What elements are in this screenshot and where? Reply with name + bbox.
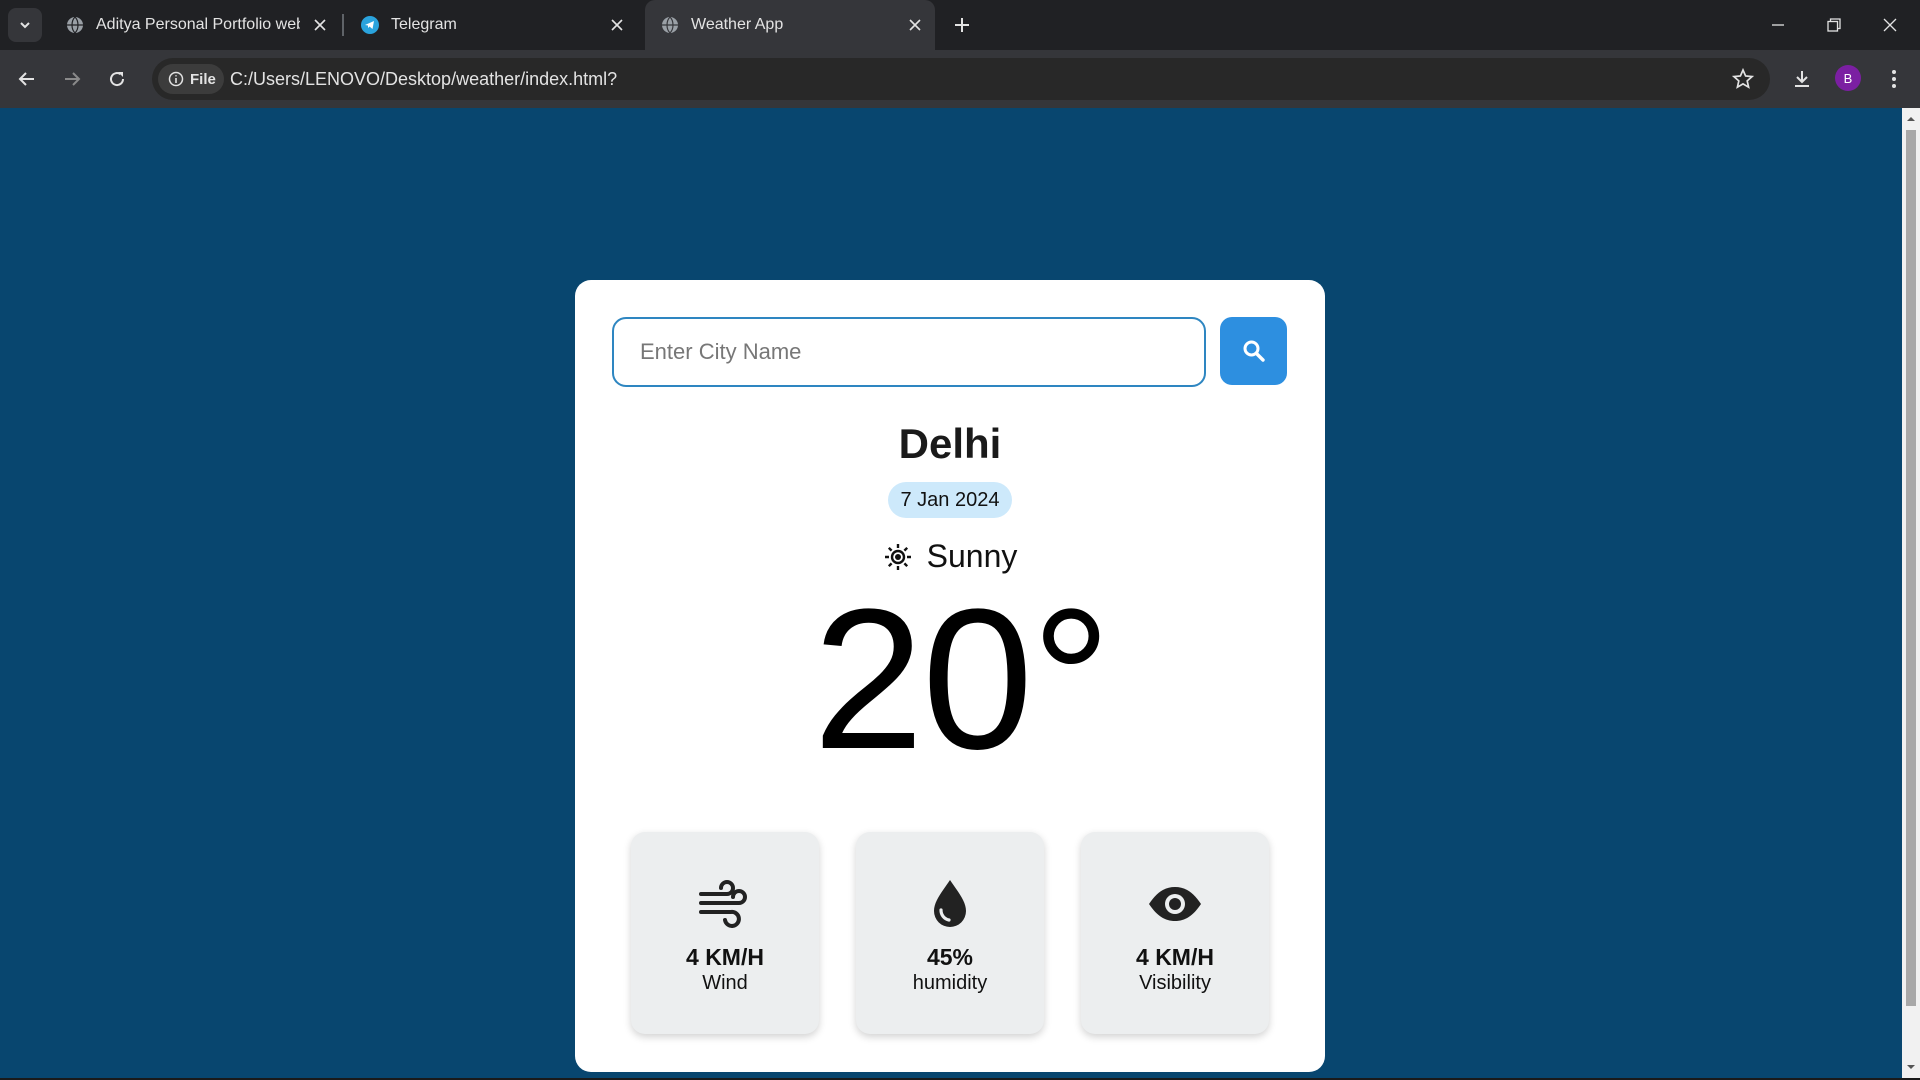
page-viewport: Delhi 7 Jan 2024 Sunny 20° 4 KM/H Wind <box>0 108 1902 1078</box>
scroll-up-icon[interactable] <box>1906 114 1916 124</box>
browser-toolbar: File C:/Users/LENOVO/Desktop/weather/ind… <box>0 50 1920 108</box>
temperature-value: 20° <box>812 568 1111 791</box>
globe-icon <box>67 16 83 34</box>
browser-menu-button[interactable] <box>1880 65 1908 93</box>
wind-value: 4 KM/H <box>686 944 764 970</box>
tab-search-button[interactable] <box>8 8 42 42</box>
forward-button[interactable] <box>58 65 86 93</box>
more-vertical-icon <box>1892 70 1896 88</box>
scheme-label: File <box>190 70 216 88</box>
scroll-thumb[interactable] <box>1906 130 1916 1006</box>
address-bar[interactable]: File C:/Users/LENOVO/Desktop/weather/ind… <box>152 58 1770 100</box>
plus-icon <box>955 18 969 32</box>
restore-icon <box>1827 18 1841 32</box>
date-badge: 7 Jan 2024 <box>888 482 1012 518</box>
tab-title: Aditya Personal Portfolio websit <box>96 16 300 33</box>
tab-telegram[interactable]: Telegram <box>345 0 640 50</box>
humidity-value: 45% <box>926 944 974 970</box>
visibility-card: 4 KM/H Visibility <box>1081 832 1269 1034</box>
globe-icon <box>662 16 678 34</box>
url-text[interactable]: C:/Users/LENOVO/Desktop/weather/index.ht… <box>230 58 617 100</box>
site-info-chip[interactable]: File <box>158 64 224 94</box>
download-icon <box>1795 71 1809 87</box>
forward-arrow-icon <box>65 72 81 86</box>
humidity-label: humidity <box>912 972 988 994</box>
profile-avatar[interactable]: B <box>1835 65 1861 91</box>
info-icon <box>168 71 184 87</box>
tab-strip: Aditya Personal Portfolio websit Telegra… <box>0 0 1920 50</box>
back-arrow-icon <box>18 72 34 86</box>
city-name: Delhi <box>898 420 1002 467</box>
search-button[interactable] <box>1220 317 1287 385</box>
wind-icon <box>699 880 747 928</box>
close-window-button[interactable] <box>1862 0 1918 50</box>
tab-title: Weather App <box>691 16 784 33</box>
wind-card: 4 KM/H Wind <box>631 832 819 1034</box>
restore-button[interactable] <box>1806 0 1862 50</box>
new-tab-button[interactable] <box>950 13 974 37</box>
chevron-down-icon <box>20 22 30 29</box>
sun-icon <box>884 543 911 570</box>
tab-title: Telegram <box>391 16 457 33</box>
city-search-input[interactable] <box>612 317 1206 387</box>
weather-card: Delhi 7 Jan 2024 Sunny 20° 4 KM/H Wind <box>575 280 1325 1072</box>
search-icon <box>1243 340 1265 362</box>
visibility-value: 4 KM/H <box>1136 944 1214 970</box>
scroll-down-icon[interactable] <box>1906 1062 1916 1072</box>
telegram-icon <box>361 16 379 34</box>
visibility-label: Visibility <box>1139 972 1211 994</box>
page-scrollbar[interactable] <box>1902 108 1920 1078</box>
minimize-icon <box>1772 24 1784 26</box>
bookmark-star-icon[interactable] <box>1732 68 1754 90</box>
downloads-button[interactable] <box>1788 65 1816 93</box>
reload-button[interactable] <box>103 65 131 93</box>
back-button[interactable] <box>13 65 41 93</box>
minimize-button[interactable] <box>1750 0 1806 50</box>
tab-separator <box>342 14 344 36</box>
water-drop-icon <box>934 880 966 927</box>
tab-portfolio[interactable]: Aditya Personal Portfolio websit <box>50 0 340 50</box>
close-tab-icon[interactable] <box>607 15 627 35</box>
tab-weather-app[interactable]: Weather App <box>645 0 935 50</box>
close-icon <box>1883 18 1897 32</box>
close-tab-icon[interactable] <box>905 15 925 35</box>
wind-label: Wind <box>702 972 748 994</box>
eye-icon <box>1149 887 1201 921</box>
humidity-card: 45% humidity <box>856 832 1044 1034</box>
close-tab-icon[interactable] <box>310 15 330 35</box>
reload-icon <box>110 72 125 87</box>
